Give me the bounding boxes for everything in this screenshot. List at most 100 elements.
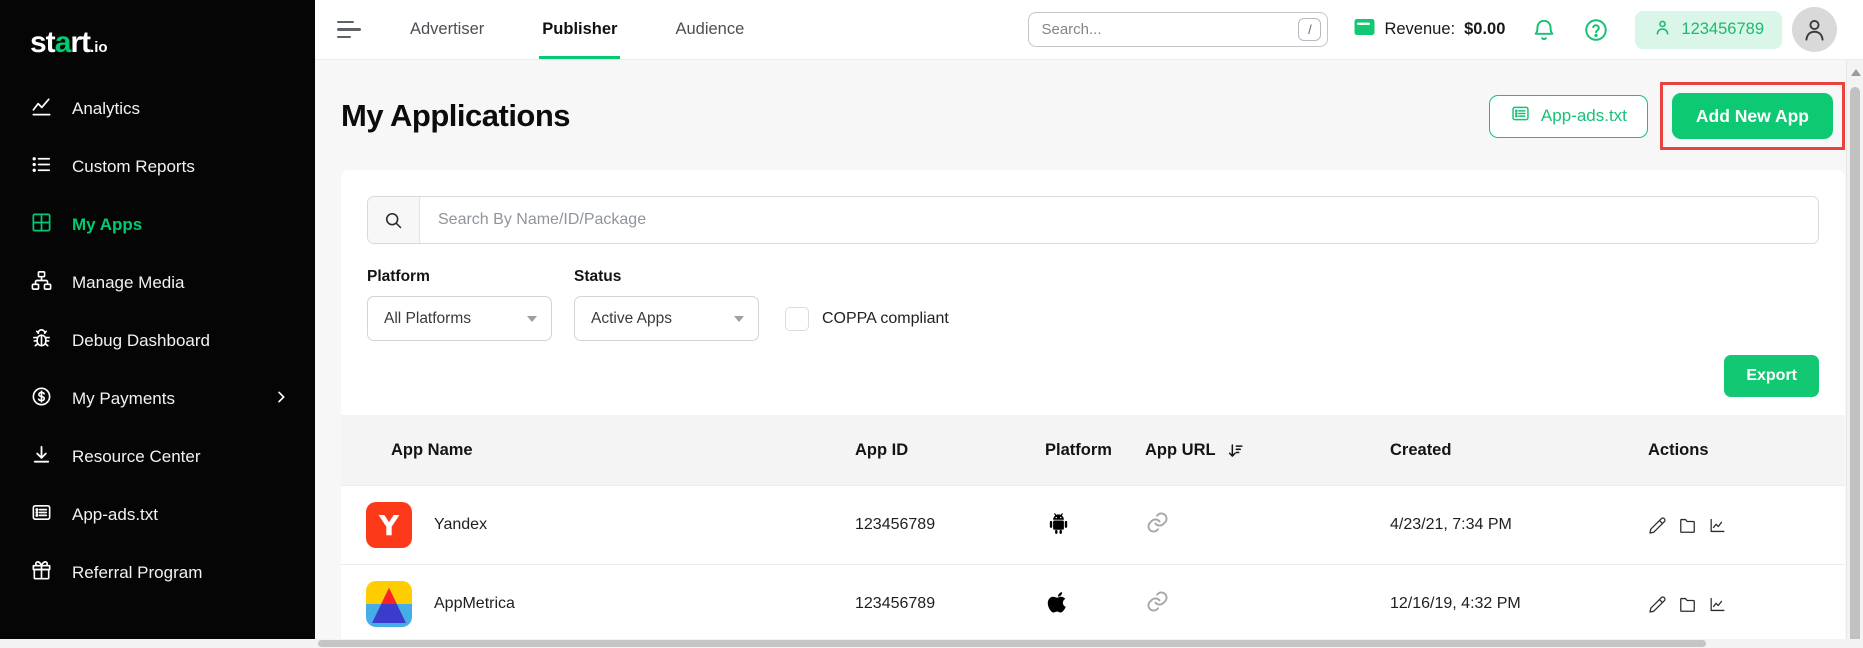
wallet-icon [1354,18,1375,41]
applications-table: App Name App ID Platform App URL Created… [341,415,1845,643]
apps-search-input[interactable] [420,197,1818,243]
vertical-scrollbar[interactable] [1846,60,1863,648]
sidebar-item-my-payments[interactable]: My Payments [0,370,315,428]
col-header-app-name: App Name [341,441,821,460]
platform-select[interactable]: All Platforms [367,296,552,341]
app-url-cell [1111,510,1356,540]
sitemap-icon [30,269,53,297]
page-content: My Applications App-ads.txt Add New App [315,60,1863,648]
table-header-row: App Name App ID Platform App URL Created… [341,415,1845,485]
revenue-indicator: Revenue: $0.00 [1354,18,1505,41]
sidebar-nav: Analytics Custom Reports My Apps Manage … [0,80,315,602]
app-id-cell: 123456789 [821,595,1011,613]
export-button[interactable]: Export [1724,355,1819,397]
platform-filter-label: Platform [367,268,552,286]
tab-publisher[interactable]: Publisher [539,0,620,59]
chevron-down-icon [734,316,744,322]
global-search-input[interactable] [1041,21,1298,38]
yandex-app-icon: Y [366,502,412,548]
logo-text-right: rt [70,26,90,59]
dollar-circle-icon [30,385,53,413]
status-select[interactable]: Active Apps [574,296,759,341]
app-ads-txt-button[interactable]: App-ads.txt [1489,95,1648,138]
table-row-yandex[interactable]: Y Yandex 123456789 4/23/21, 7:34 PM [341,485,1845,564]
menu-hamburger-icon[interactable] [337,21,363,39]
app-name-cell: AppMetrica [341,581,821,627]
help-icon[interactable] [1583,17,1609,43]
table-row-appmetrica[interactable]: AppMetrica 123456789 12/16/19, 4:32 PM [341,564,1845,643]
app-ads-txt-label: App-ads.txt [1541,106,1627,126]
sidebar-item-resource-center[interactable]: Resource Center [0,428,315,486]
topbar: Advertiser Publisher Audience / Revenue:… [315,0,1863,60]
link-icon[interactable] [1145,510,1170,540]
vertical-scrollbar-thumb[interactable] [1850,87,1860,646]
sidebar-item-referral-program[interactable]: Referral Program [0,544,315,602]
sidebar-item-debug-dashboard[interactable]: Debug Dashboard [0,312,315,370]
export-row: Export [367,355,1819,397]
role-tabs: Advertiser Publisher Audience [407,0,747,59]
sort-descending-icon[interactable] [1226,441,1245,460]
horizontal-scrollbar-thumb[interactable] [318,640,1706,647]
horizontal-scrollbar[interactable] [0,639,1863,648]
app-name: AppMetrica [434,595,515,613]
sidebar-item-app-ads-txt[interactable]: App-ads.txt [0,486,315,544]
stats-chart-icon[interactable] [1708,595,1727,614]
document-list-icon [30,501,53,529]
logo-suffix: .io [90,39,108,56]
sidebar-item-label: Manage Media [72,273,289,293]
scroll-up-arrow-icon[interactable] [1851,69,1861,76]
status-filter: Status Active Apps [574,268,759,341]
start-io-logo[interactable]: start.io [0,22,315,80]
list-icon [30,153,53,181]
applications-card: Platform All Platforms Status Active App… [341,170,1845,643]
status-select-value: Active Apps [591,310,672,328]
grid-icon [30,211,53,239]
stats-chart-icon[interactable] [1708,516,1727,535]
analytics-chart-icon [30,95,53,123]
tab-advertiser[interactable]: Advertiser [407,0,487,59]
avatar[interactable] [1792,7,1837,52]
sidebar-item-label: Custom Reports [72,157,289,177]
created-cell: 12/16/19, 4:32 PM [1356,595,1626,613]
global-search: / [1028,12,1328,47]
sidebar-item-custom-reports[interactable]: Custom Reports [0,138,315,196]
sidebar-item-manage-media[interactable]: Manage Media [0,254,315,312]
sidebar-item-analytics[interactable]: Analytics [0,80,315,138]
edit-pencil-icon[interactable] [1648,595,1667,614]
folder-icon[interactable] [1678,595,1697,614]
tab-audience[interactable]: Audience [672,0,747,59]
chevron-right-icon [273,389,289,410]
apps-search-bar [367,196,1819,244]
notifications-bell-icon[interactable] [1531,17,1557,43]
chevron-down-icon [527,316,537,322]
coppa-checkbox[interactable] [785,307,809,331]
user-account-button[interactable]: 123456789 [1635,11,1782,49]
android-icon [1045,509,1072,541]
svg-text:Y: Y [378,509,400,542]
logo-text: st [30,26,55,59]
sidebar-item-label: Debug Dashboard [72,331,289,351]
sidebar-item-label: Referral Program [72,563,289,583]
appmetrica-app-icon [366,581,412,627]
sidebar-item-label: App-ads.txt [72,505,289,525]
download-icon [30,443,53,471]
sidebar-item-label: Resource Center [72,447,289,467]
apple-icon [1045,589,1070,619]
link-icon[interactable] [1145,589,1170,619]
sidebar-item-label: My Apps [72,215,289,235]
page-title: My Applications [341,98,570,134]
sidebar-item-label: Analytics [72,99,289,119]
sidebar-item-my-apps[interactable]: My Apps [0,196,315,254]
folder-icon[interactable] [1678,516,1697,535]
actions-cell [1626,595,1845,614]
page-header-actions: App-ads.txt Add New App [1489,82,1845,150]
gift-icon [30,559,53,587]
add-new-app-button[interactable]: Add New App [1672,93,1833,139]
app-root: start.io Analytics Custom Reports My App… [0,0,1863,648]
sidebar-item-label: My Payments [72,389,254,409]
person-icon [1653,18,1672,42]
search-icon[interactable] [368,197,420,243]
platform-select-value: All Platforms [384,310,471,328]
platform-cell [1011,589,1111,619]
edit-pencil-icon[interactable] [1648,516,1667,535]
